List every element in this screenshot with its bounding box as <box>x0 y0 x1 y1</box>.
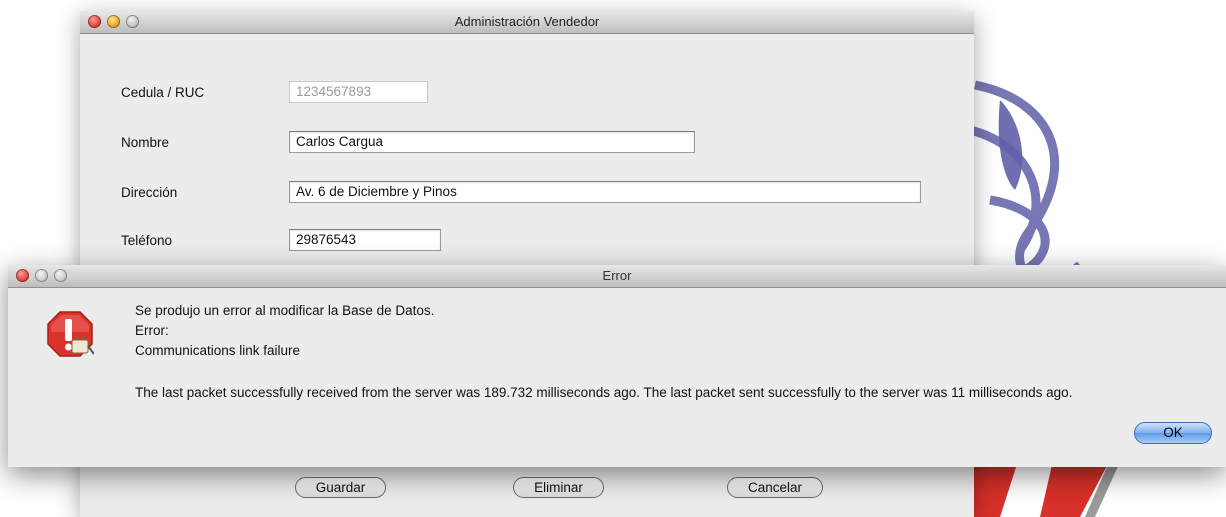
cancelar-button[interactable]: Cancelar <box>727 477 823 498</box>
cedula-field: 1234567893 <box>289 81 428 103</box>
cedula-label: Cedula / RUC <box>121 85 205 100</box>
error-message-line-2: Error: <box>135 323 169 338</box>
close-error-button[interactable] <box>16 269 29 282</box>
eliminar-button[interactable]: Eliminar <box>513 477 604 498</box>
zoom-error-button <box>54 269 67 282</box>
ok-button[interactable]: OK <box>1134 422 1212 444</box>
error-message-line-3: Communications link failure <box>135 343 301 358</box>
vendor-admin-title: Administración Vendedor <box>454 14 600 29</box>
direccion-field[interactable]: Av. 6 de Diciembre y Pinos <box>289 181 921 203</box>
telefono-field[interactable]: 29876543 <box>289 229 441 251</box>
error-window-controls <box>16 269 67 282</box>
direccion-label: Dirección <box>121 185 178 200</box>
zoom-window-button[interactable] <box>126 15 139 28</box>
close-window-button[interactable] <box>88 15 101 28</box>
window-controls <box>88 15 139 28</box>
error-dialog-title: Error <box>602 268 632 283</box>
nombre-field[interactable]: Carlos Cargua <box>289 131 695 153</box>
minimize-error-button <box>35 269 48 282</box>
minimize-window-button[interactable] <box>107 15 120 28</box>
error-dialog: Error Se produjo un error al modificar l… <box>8 265 1226 467</box>
vendor-admin-titlebar[interactable]: Administración Vendedor <box>80 11 974 34</box>
error-dialog-titlebar[interactable]: Error <box>8 265 1226 288</box>
telefono-label: Teléfono <box>121 233 173 248</box>
guardar-button[interactable]: Guardar <box>295 477 386 498</box>
error-message-line-1: Se produjo un error al modificar la Base… <box>135 303 435 318</box>
error-message-detail: The last packet successfully received fr… <box>135 385 1073 400</box>
stop-warning-icon <box>47 311 94 357</box>
nombre-label: Nombre <box>121 135 170 150</box>
